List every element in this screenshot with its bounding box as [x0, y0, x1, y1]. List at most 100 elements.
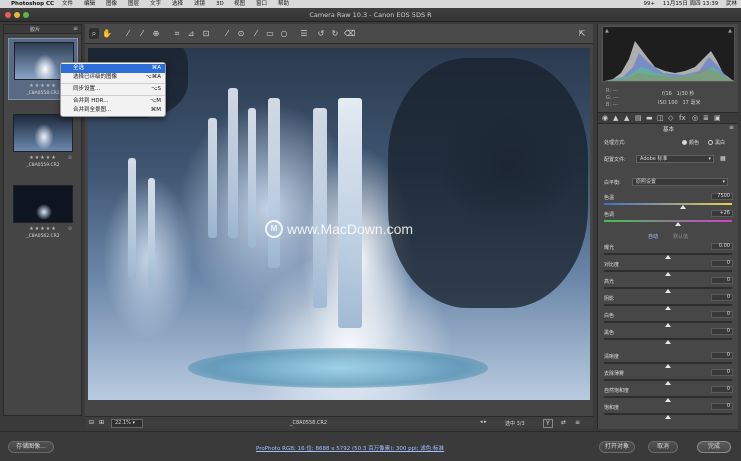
- zoom-in-icon[interactable]: ⊞: [99, 419, 104, 426]
- menu-3d[interactable]: 3D: [216, 0, 224, 8]
- menu-window[interactable]: 窗口: [256, 0, 267, 8]
- slider-value[interactable]: 0: [711, 328, 733, 335]
- filmstrip-item[interactable]: ★★★★★ ⊘ _C8A0559.CR2: [8, 111, 78, 173]
- zoom-level-select[interactable]: 22.1% ▾: [111, 419, 143, 428]
- tab-detail-icon[interactable]: ▲: [624, 114, 629, 122]
- slider-value[interactable]: 0: [711, 294, 733, 301]
- tab-calibration-icon[interactable]: ◎: [692, 114, 698, 122]
- zoom-out-icon[interactable]: ⊟: [89, 419, 94, 426]
- menu-select[interactable]: 选择: [172, 0, 183, 8]
- slider-value[interactable]: 0.00: [711, 243, 733, 250]
- menu-image[interactable]: 图像: [106, 0, 117, 8]
- tab-presets-icon[interactable]: ≣: [703, 114, 709, 122]
- hand-icon[interactable]: ✋: [102, 28, 112, 39]
- done-button[interactable]: 完成: [697, 441, 731, 453]
- filmstrip-item[interactable]: ★★★★★ ⊘ _C8A0562.CR2: [8, 182, 78, 244]
- transform-icon[interactable]: ⊡: [201, 28, 211, 39]
- fullscreen-icon[interactable]: ⇱: [577, 28, 587, 39]
- clock[interactable]: 11月15日 周四 13:39: [663, 1, 718, 7]
- zoom-icon[interactable]: ⌕: [89, 28, 99, 39]
- slider-track[interactable]: [604, 203, 732, 205]
- highlight-clip-icon[interactable]: ▲: [728, 28, 732, 34]
- slider-thumb[interactable]: [665, 381, 671, 385]
- menu-item-select-all[interactable]: 全选 ⌘A: [61, 64, 165, 73]
- slider-track[interactable]: [604, 220, 732, 222]
- spot-removal-icon[interactable]: ⁄: [222, 28, 232, 39]
- preferences-icon[interactable]: ☰: [299, 28, 309, 39]
- slider-thumb[interactable]: [665, 323, 671, 327]
- workflow-options-link[interactable]: ProPhoto RGB; 16 位; 8688 x 5792 (50.3 百万…: [256, 444, 444, 452]
- tab-hsl-icon[interactable]: ▤: [635, 114, 642, 122]
- cancel-button[interactable]: 取消: [648, 441, 678, 453]
- treatment-bw-radio[interactable]: 黑白: [708, 139, 725, 146]
- color-sampler-icon[interactable]: ⁄: [137, 28, 147, 39]
- menu-item-select-rated[interactable]: 选择已评级的图像 ⌥⌘A: [61, 73, 165, 82]
- tab-effects-icon[interactable]: fx: [679, 114, 686, 122]
- slider-value[interactable]: 7500: [711, 193, 733, 200]
- menu-item-sync-settings[interactable]: 同步设置... ⌥S: [61, 85, 165, 94]
- user-name[interactable]: 武林: [726, 1, 737, 7]
- save-image-button[interactable]: 存储图像...: [8, 441, 54, 453]
- red-eye-icon[interactable]: ⊙: [236, 28, 246, 39]
- treatment-color-radio[interactable]: 颜色: [682, 139, 699, 146]
- white-balance-icon[interactable]: ⁄: [123, 28, 133, 39]
- wb-select[interactable]: 原照设置 ▾: [632, 178, 728, 186]
- slider-value[interactable]: 0: [711, 311, 733, 318]
- tab-split-toning-icon[interactable]: ▬: [646, 114, 653, 122]
- settings-icon[interactable]: ≡: [575, 419, 580, 426]
- slider-thumb[interactable]: [665, 289, 671, 293]
- before-after-y-icon[interactable]: Y: [543, 419, 553, 428]
- image-nav-arrows[interactable]: ◂ ▸: [480, 419, 487, 425]
- app-menu[interactable]: Photoshop CC: [11, 0, 54, 8]
- crop-icon[interactable]: ⌗: [172, 28, 182, 39]
- menu-layer[interactable]: 图层: [128, 0, 139, 8]
- slider-thumb[interactable]: [665, 364, 671, 368]
- targeted-adjust-icon[interactable]: ⊕: [151, 28, 161, 39]
- slider-value[interactable]: 0: [711, 386, 733, 393]
- open-object-button[interactable]: 打开对象: [599, 441, 635, 453]
- graduated-filter-icon[interactable]: ▭: [265, 28, 275, 39]
- tab-basic-icon[interactable]: ◉: [602, 114, 608, 122]
- slider-thumb[interactable]: [665, 255, 671, 259]
- shadow-clip-icon[interactable]: ▲: [605, 28, 609, 34]
- trash-icon[interactable]: ⌫: [344, 28, 355, 39]
- menu-type[interactable]: 文字: [150, 0, 161, 8]
- slider-thumb[interactable]: [665, 306, 671, 310]
- menu-view[interactable]: 视图: [234, 0, 245, 8]
- adjustment-brush-icon[interactable]: ⁄: [251, 28, 261, 39]
- slider-thumb[interactable]: [680, 205, 687, 209]
- slider-value[interactable]: 0: [711, 403, 733, 410]
- tab-lens-icon[interactable]: ◫: [657, 114, 664, 122]
- tab-tone-curve-icon[interactable]: ▲: [613, 114, 618, 122]
- slider-value[interactable]: 0: [711, 369, 733, 376]
- filmstrip-menu-icon[interactable]: ≡: [73, 25, 78, 32]
- radial-filter-icon[interactable]: ○: [279, 28, 289, 39]
- slider-thumb[interactable]: [665, 398, 671, 402]
- profile-browser-icon[interactable]: ▦: [720, 155, 726, 162]
- rotate-right-icon[interactable]: ↻: [330, 28, 340, 39]
- slider-thumb[interactable]: [675, 222, 682, 226]
- slider-value[interactable]: 0: [711, 260, 733, 267]
- menu-filter[interactable]: 滤镜: [194, 0, 205, 8]
- panel-menu-icon[interactable]: ≡: [729, 124, 734, 131]
- before-after-toggle-icon[interactable]: ⇄: [561, 419, 566, 426]
- slider-value[interactable]: 0: [711, 277, 733, 284]
- profile-select[interactable]: Adobe 标准 ▾: [636, 155, 714, 163]
- menu-item-merge-hdr[interactable]: 合并到 HDR... ⌥M: [61, 97, 165, 106]
- slider-thumb[interactable]: [665, 340, 671, 344]
- tab-snapshots-icon[interactable]: ▣: [714, 114, 721, 122]
- straighten-icon[interactable]: ⊿: [186, 28, 196, 39]
- auto-link[interactable]: 自动: [648, 233, 658, 240]
- slider-thumb[interactable]: [665, 415, 671, 419]
- slider-value[interactable]: +26: [711, 210, 733, 217]
- menu-edit[interactable]: 编辑: [84, 0, 95, 8]
- menu-item-merge-panorama[interactable]: 合并到全景图... ⌘M: [61, 106, 165, 115]
- menu-help[interactable]: 帮助: [278, 0, 289, 8]
- default-link[interactable]: 默认值: [673, 233, 688, 240]
- rotate-left-icon[interactable]: ↺: [316, 28, 326, 39]
- slider-thumb[interactable]: [665, 272, 671, 276]
- menu-item-shortcut: ⌥S: [151, 86, 161, 92]
- menu-file[interactable]: 文件: [62, 0, 73, 8]
- tab-transform-icon[interactable]: ◇: [668, 114, 673, 122]
- slider-value[interactable]: 0: [711, 352, 733, 359]
